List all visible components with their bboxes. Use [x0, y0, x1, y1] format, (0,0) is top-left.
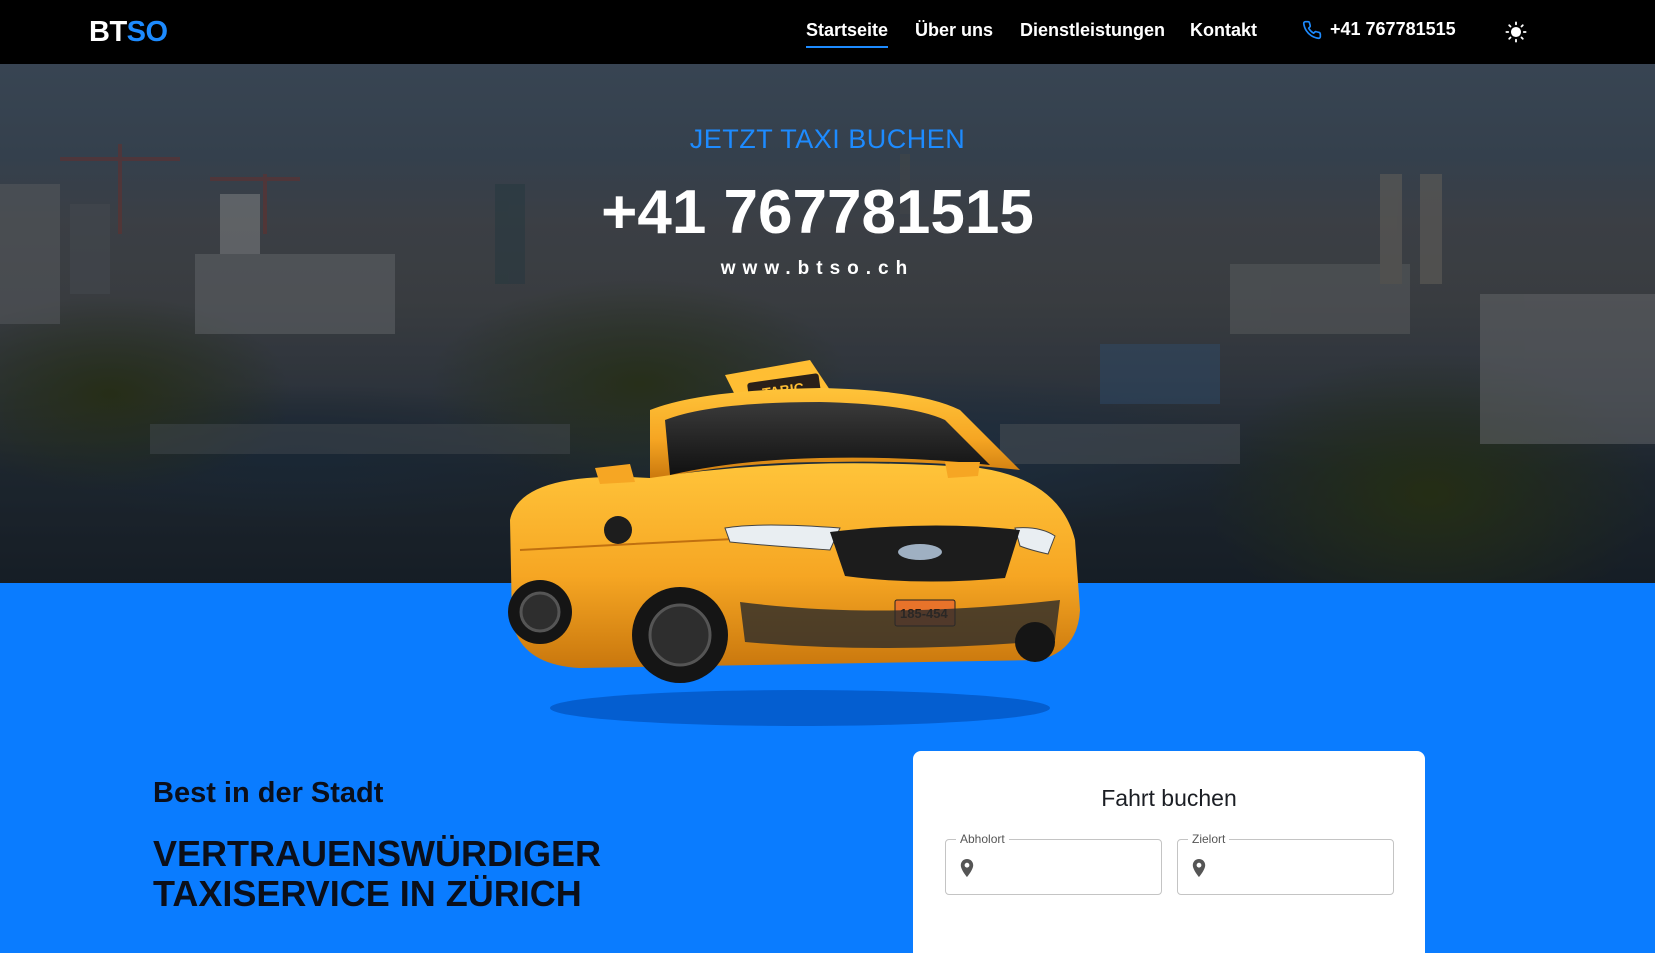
- sun-icon: [1505, 21, 1527, 43]
- section-headline: VERTRAUENSWÜRDIGER TAXISERVICE IN ZÜRICH: [153, 833, 602, 914]
- destination-label: Zielort: [1188, 832, 1230, 846]
- nav-link-dienstleistungen[interactable]: Dienstleistungen: [1020, 20, 1165, 41]
- logo-text-primary: BT: [89, 16, 127, 48]
- navbar: BTSO Startseite Über uns Dienstleistunge…: [0, 0, 1655, 64]
- booking-card: Fahrt buchen Abholort Zielort: [913, 751, 1425, 953]
- theme-toggle-button[interactable]: [1504, 20, 1528, 44]
- location-pin-icon: [960, 859, 974, 877]
- location-pin-icon: [1192, 859, 1206, 877]
- hero-phone-number[interactable]: +41 767781515: [0, 177, 1635, 248]
- pickup-field: Abholort: [945, 832, 1162, 895]
- pickup-label: Abholort: [956, 832, 1009, 846]
- nav-link-startseite[interactable]: Startseite: [806, 20, 889, 48]
- logo-text-accent: SO: [126, 16, 168, 48]
- brand-logo[interactable]: BTSO: [89, 16, 168, 49]
- booking-title: Fahrt buchen: [1101, 785, 1237, 811]
- hero-kicker: JETZT TAXI BUCHEN: [689, 124, 966, 154]
- nav-link-kontakt[interactable]: Kontakt: [1190, 20, 1257, 41]
- pickup-input[interactable]: [984, 854, 1154, 880]
- section-tagline: Best in der Stadt: [153, 777, 384, 809]
- taxi-car-image: TABIC 185-454: [508, 360, 1080, 726]
- phone-icon: [1302, 20, 1322, 39]
- nav-phone-number: +41 767781515: [1330, 19, 1456, 39]
- nav-link-ueber-uns[interactable]: Über uns: [915, 20, 993, 41]
- destination-input[interactable]: [1216, 854, 1386, 880]
- destination-field: Zielort: [1177, 832, 1394, 895]
- hero-website[interactable]: www.btso.ch: [0, 258, 1635, 280]
- nav-phone-link[interactable]: +41 767781515: [1302, 19, 1456, 40]
